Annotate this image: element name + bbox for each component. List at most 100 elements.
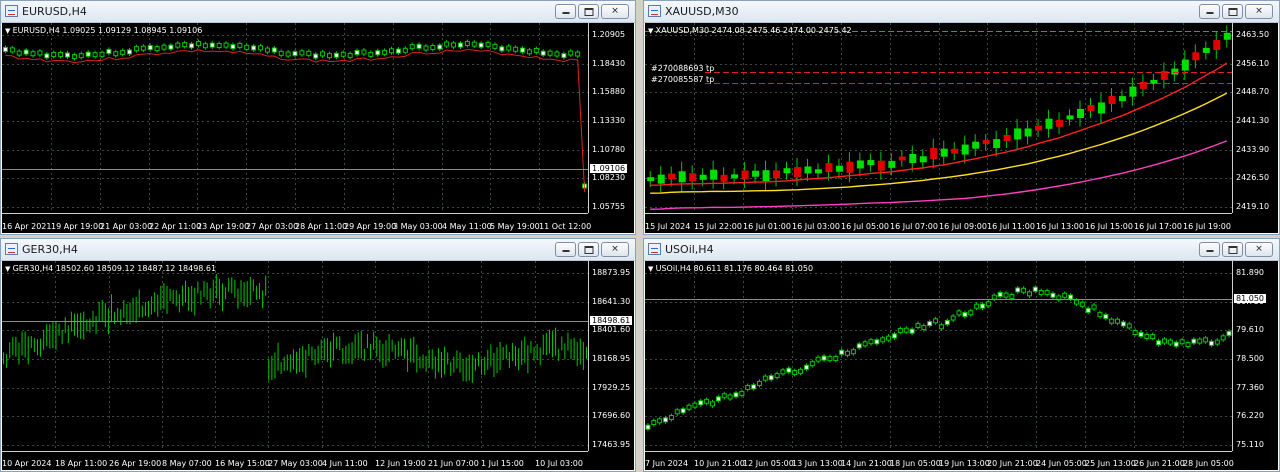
time-scale-label: 28 Jun 05:00 [1183, 459, 1234, 468]
time-scale-label: 16 Apr 2021 [2, 222, 52, 231]
window-titlebar[interactable]: GER30,H4 ✕ [1, 239, 635, 261]
candle-body [154, 46, 160, 52]
candle-body [1150, 334, 1156, 340]
candle-body [909, 153, 917, 163]
candle-body [437, 44, 443, 50]
chart-canvas [645, 23, 1233, 214]
minimize-button[interactable] [1199, 4, 1220, 19]
price-chart-eurusd[interactable]: ▼ EURUSD,H4 1.09025 1.09129 1.08945 1.09… [2, 23, 634, 233]
close-button[interactable]: ✕ [601, 242, 629, 257]
candle-body [678, 171, 686, 183]
candle-body [739, 390, 745, 396]
candle-body [1077, 108, 1085, 118]
candle-body [897, 327, 903, 333]
time-scale-label: 18 Apr 11:00 [55, 459, 108, 468]
candle-body [230, 44, 236, 50]
candle-body [278, 50, 284, 56]
chart-window-xauusd[interactable]: XAUUSD,M30 ✕ ▼ XAUUSD,M30 2474.08 2475.4… [643, 0, 1280, 235]
maximize-button[interactable] [578, 242, 599, 257]
candle-body [698, 400, 704, 406]
candle-body [368, 51, 374, 57]
time-scale-label: 29 Apr 19:00 [344, 222, 397, 231]
price-chart-usoil[interactable]: ▼ USOil,H4 80.611 81.176 80.464 81.050 8… [645, 261, 1278, 470]
time-scale-label: 18 Jun 05:00 [890, 459, 941, 468]
chart-window-usoil[interactable]: USOil,H4 ✕ ▼ USOil,H4 80.611 81.176 80.4… [643, 238, 1280, 472]
ohlc-values: EURUSD,H4 1.09025 1.09129 1.08945 1.0910… [12, 26, 203, 35]
candle-body [982, 140, 990, 145]
candle-body [821, 355, 827, 361]
candle-body [856, 343, 862, 349]
symbol-ohlc-label: ▼ GER30,H4 18502.60 18509.12 18487.12 18… [5, 264, 216, 273]
candle-body [803, 364, 809, 370]
price-chart-xauusd[interactable]: ▼ XAUUSD,M30 2474.08 2475.46 2474.00 247… [645, 23, 1278, 233]
candle-body [533, 47, 539, 53]
maximize-button[interactable] [578, 4, 599, 19]
candle-body [774, 373, 780, 379]
candle-body [520, 47, 526, 53]
window-titlebar[interactable]: XAUUSD,M30 ✕ [644, 1, 1279, 23]
candle-body [927, 321, 933, 327]
candle-body [23, 49, 29, 55]
candle-body [909, 328, 915, 334]
chart-window-ger30[interactable]: GER30,H4 ✕ ▼ GER30,H4 18502.60 18509.12 … [0, 238, 636, 472]
window-titlebar[interactable]: EURUSD,H4 ✕ [1, 1, 635, 23]
time-scale-label: 16 Jul 15:00 [1085, 222, 1133, 231]
candle-body [202, 43, 208, 49]
candle-body [1073, 299, 1079, 305]
candle-body [862, 341, 868, 347]
candle-body [815, 356, 821, 362]
candle-body [1050, 292, 1056, 298]
candle-body [147, 45, 153, 51]
candle-body [1026, 291, 1032, 297]
candle-body [921, 325, 927, 331]
candle-body [161, 44, 167, 50]
candle-body [1087, 104, 1095, 111]
candle-body [209, 42, 215, 48]
candle-body [1108, 95, 1116, 104]
time-scale-label: 26 Apr 19:00 [109, 459, 162, 468]
candle-body [58, 52, 64, 58]
chart-window-icon [5, 5, 18, 17]
time-scale-label: 16 Jul 17:00 [1134, 222, 1182, 231]
chart-canvas [2, 261, 589, 452]
candle-body [492, 43, 498, 49]
candle-body [471, 41, 477, 47]
candle-body [692, 402, 698, 408]
maximize-button[interactable] [1222, 242, 1243, 257]
candle-body [835, 165, 843, 172]
minimize-icon [1206, 249, 1213, 252]
maximize-button[interactable] [1222, 4, 1243, 19]
order-tp-label[interactable]: #270085587 tp [651, 75, 714, 84]
candle-body [575, 51, 581, 57]
close-button[interactable]: ✕ [1245, 4, 1273, 19]
candle-body [120, 49, 126, 55]
candle-body [721, 393, 727, 399]
candle-body [689, 173, 697, 182]
candle-body [710, 169, 718, 180]
candle-body [833, 355, 839, 361]
minimize-button[interactable] [555, 4, 576, 19]
close-button[interactable]: ✕ [601, 4, 629, 19]
candle-body [1208, 340, 1214, 346]
close-button[interactable]: ✕ [1245, 242, 1273, 257]
chart-window-icon [648, 5, 661, 17]
candle-body [1091, 304, 1097, 310]
candle-body [720, 174, 728, 182]
candle-body [1214, 339, 1220, 345]
time-scale-label: 27 May 03:00 [268, 459, 323, 468]
time-scale-label: 4 Jun 11:00 [322, 459, 368, 468]
price-chart-ger30[interactable]: ▼ GER30,H4 18502.60 18509.12 18487.12 18… [2, 261, 634, 470]
price-scale-label: 77.360 [1236, 383, 1264, 392]
window-title: GER30,H4 [22, 243, 78, 256]
candle-body [1062, 292, 1068, 298]
chart-canvas [2, 23, 589, 214]
candle-body [845, 350, 851, 356]
minimize-button[interactable] [555, 242, 576, 257]
minimize-button[interactable] [1199, 242, 1220, 257]
candle-body [1132, 329, 1138, 335]
order-tp-label[interactable]: #270088693 tp [651, 64, 714, 73]
candle-body [326, 53, 332, 59]
window-titlebar[interactable]: USOil,H4 ✕ [644, 239, 1279, 261]
chart-window-eurusd[interactable]: EURUSD,H4 ✕ ▼ EURUSD,H4 1.09025 1.09129 … [0, 0, 636, 235]
candle-body [704, 398, 710, 404]
